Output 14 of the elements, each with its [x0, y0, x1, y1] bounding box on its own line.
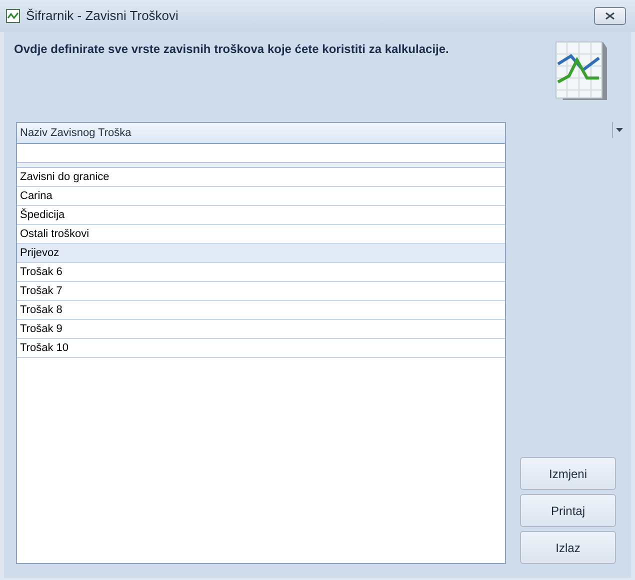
- action-button[interactable]: Izlaz: [520, 531, 616, 564]
- app-icon: [6, 9, 20, 23]
- close-button[interactable]: [594, 7, 626, 25]
- line-chart-icon: [553, 40, 609, 102]
- dropdown-button[interactable]: [612, 122, 626, 138]
- close-icon: [605, 12, 615, 20]
- action-button[interactable]: Printaj: [520, 494, 616, 527]
- action-button[interactable]: Izmjeni: [520, 457, 616, 490]
- table-row[interactable]: Prijevoz: [17, 244, 505, 263]
- window-title: Šifrarnik - Zavisni Troškovi: [26, 7, 178, 26]
- column-header[interactable]: Naziv Zavisnog Troška: [17, 123, 505, 144]
- description-text: Ovdje definirate sve vrste zavisnih troškova koje ćete koristiti za kalkulacije.: [14, 41, 450, 58]
- table-row[interactable]: Špedicija: [17, 206, 505, 225]
- caret-icon: [616, 128, 623, 132]
